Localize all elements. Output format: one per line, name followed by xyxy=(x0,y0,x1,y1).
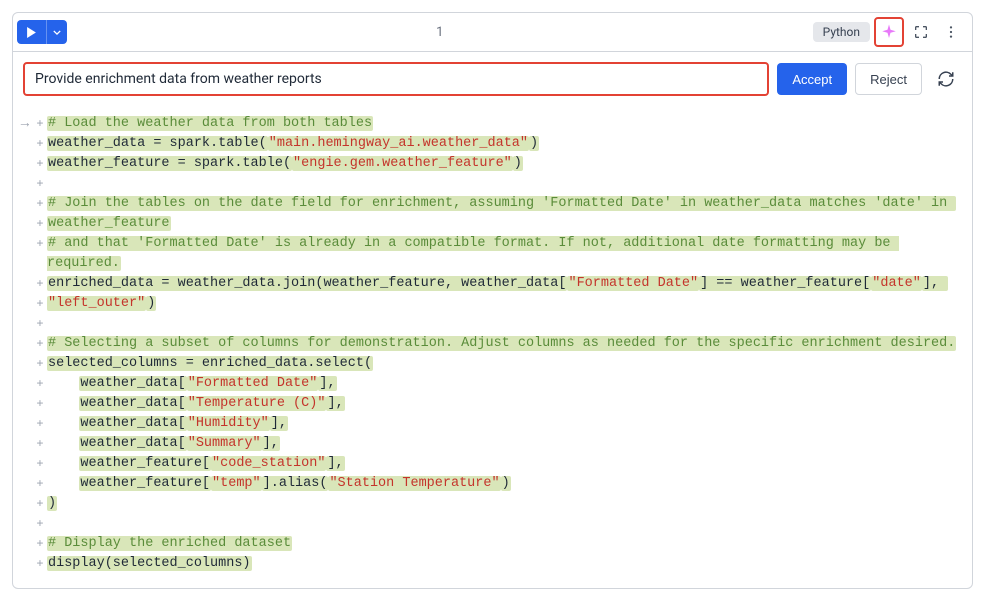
refresh-icon xyxy=(937,70,955,88)
diff-plus-icon: + xyxy=(33,454,47,474)
kebab-menu-button[interactable] xyxy=(938,19,964,45)
notebook-cell: 1 Python Provide enrichment data from we… xyxy=(12,12,973,589)
regenerate-button[interactable] xyxy=(930,63,962,95)
code-text: display(selected_columns) xyxy=(47,554,964,574)
code-text: enriched_data = weather_data.join(weathe… xyxy=(47,274,964,294)
code-line: +enriched_data = weather_data.join(weath… xyxy=(17,274,964,294)
diff-plus-icon: + xyxy=(33,494,47,514)
diff-plus-icon: + xyxy=(33,474,47,494)
code-text: # Display the enriched dataset xyxy=(47,534,964,554)
diff-plus-icon: + xyxy=(33,414,47,434)
ai-prompt-input[interactable]: Provide enrichment data from weather rep… xyxy=(23,62,769,96)
code-line: +# and that 'Formatted Date' is already … xyxy=(17,234,964,274)
diff-plus-icon: + xyxy=(33,354,47,374)
code-line: +"left_outer") xyxy=(17,294,964,314)
diff-plus-icon: + xyxy=(33,394,47,414)
code-text: # Join the tables on the date field for … xyxy=(47,194,964,214)
run-button-group xyxy=(17,20,67,44)
code-text: weather_feature["temp"].alias("Station T… xyxy=(47,474,964,494)
diff-plus-icon: + xyxy=(33,274,47,294)
chevron-down-icon xyxy=(53,28,61,37)
code-line: + weather_feature["code_station"], xyxy=(17,454,964,474)
code-line: +# Selecting a subset of columns for dem… xyxy=(17,334,964,354)
code-line: + weather_data["Formatted Date"], xyxy=(17,374,964,394)
diff-plus-icon: + xyxy=(33,114,47,134)
ai-prompt-text: Provide enrichment data from weather rep… xyxy=(35,71,322,87)
code-line: +weather_feature = spark.table("engie.ge… xyxy=(17,154,964,174)
kebab-icon xyxy=(943,24,959,40)
accept-button[interactable]: Accept xyxy=(777,63,847,95)
code-line: +weather_feature xyxy=(17,214,964,234)
code-text: weather_data["Temperature (C)"], xyxy=(47,394,964,414)
diff-plus-icon: + xyxy=(33,334,47,354)
cell-toolbar: 1 Python xyxy=(13,13,972,52)
diff-plus-icon: + xyxy=(33,534,47,554)
diff-plus-icon: + xyxy=(33,214,47,234)
code-line: +selected_columns = enriched_data.select… xyxy=(17,354,964,374)
code-text: weather_feature xyxy=(47,214,964,234)
code-text: # Selecting a subset of columns for demo… xyxy=(47,334,964,354)
ai-prompt-row: Provide enrichment data from weather rep… xyxy=(13,52,972,106)
diff-plus-icon: + xyxy=(33,174,47,194)
run-button[interactable] xyxy=(17,20,47,44)
ai-assistant-button[interactable] xyxy=(874,17,904,47)
code-text: weather_feature["code_station"], xyxy=(47,454,964,474)
run-dropdown-button[interactable] xyxy=(47,20,67,44)
code-line: + weather_data["Humidity"], xyxy=(17,414,964,434)
code-text: # and that 'Formatted Date' is already i… xyxy=(47,234,964,274)
code-line: + weather_data["Temperature (C)"], xyxy=(17,394,964,414)
code-line: + xyxy=(17,514,964,534)
code-line: +# Join the tables on the date field for… xyxy=(17,194,964,214)
diff-plus-icon: + xyxy=(33,234,47,254)
diff-plus-icon: + xyxy=(33,294,47,314)
code-text: ) xyxy=(47,494,964,514)
code-line: + xyxy=(17,314,964,334)
code-line: +display(selected_columns) xyxy=(17,554,964,574)
code-line: + weather_data["Summary"], xyxy=(17,434,964,454)
diff-plus-icon: + xyxy=(33,154,47,174)
code-line: +weather_data = spark.table("main.heming… xyxy=(17,134,964,154)
code-text: weather_feature = spark.table("engie.gem… xyxy=(47,154,964,174)
diff-plus-icon: + xyxy=(33,554,47,574)
code-editor[interactable]: →+# Load the weather data from both tabl… xyxy=(13,106,972,588)
language-selector[interactable]: Python xyxy=(813,22,870,42)
diff-plus-icon: + xyxy=(33,514,47,534)
code-text: weather_data = spark.table("main.hemingw… xyxy=(47,134,964,154)
diff-plus-icon: + xyxy=(33,134,47,154)
reject-button[interactable]: Reject xyxy=(855,63,922,95)
code-text: weather_data["Summary"], xyxy=(47,434,964,454)
diff-plus-icon: + xyxy=(33,314,47,334)
code-line: →+# Load the weather data from both tabl… xyxy=(17,114,964,134)
code-text: selected_columns = enriched_data.select( xyxy=(47,354,964,374)
code-line: + xyxy=(17,174,964,194)
diff-plus-icon: + xyxy=(33,434,47,454)
code-text: weather_data["Humidity"], xyxy=(47,414,964,434)
code-text: weather_data["Formatted Date"], xyxy=(47,374,964,394)
code-text: # Load the weather data from both tables xyxy=(47,114,964,134)
sparkle-icon xyxy=(880,23,898,41)
code-line: + weather_feature["temp"].alias("Station… xyxy=(17,474,964,494)
gutter-arrow: → xyxy=(17,114,33,134)
cell-index: 1 xyxy=(71,25,809,40)
code-line: +) xyxy=(17,494,964,514)
code-line: +# Display the enriched dataset xyxy=(17,534,964,554)
diff-plus-icon: + xyxy=(33,374,47,394)
diff-plus-icon: + xyxy=(33,194,47,214)
expand-icon xyxy=(913,24,929,40)
code-text: "left_outer") xyxy=(47,294,964,314)
expand-button[interactable] xyxy=(908,19,934,45)
play-icon xyxy=(26,27,37,38)
